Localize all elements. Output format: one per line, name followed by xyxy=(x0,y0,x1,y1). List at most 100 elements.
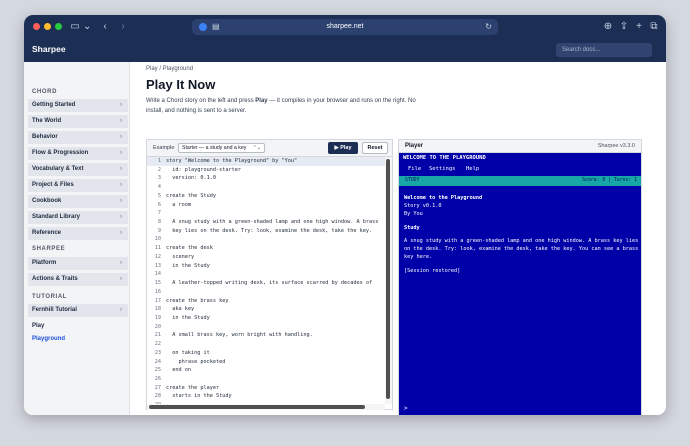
breadcrumb: Play / Playground xyxy=(146,66,194,72)
code-line: 1 story "Welcome to the Playground" by "Y… xyxy=(147,157,385,166)
example-select[interactable]: Starter — a study and a key ⌃⌄ xyxy=(178,143,265,153)
main-content: Play / Playground Play It Now Write a Ch… xyxy=(130,62,666,415)
horizontal-scrollbar[interactable] xyxy=(147,404,385,410)
reset-button[interactable]: Reset xyxy=(362,142,388,154)
back-icon[interactable]: ‹ xyxy=(100,20,110,34)
code-line-text: key lies on the desk. Try: look, examine… xyxy=(166,227,373,234)
status-location: STUDY xyxy=(405,178,420,183)
page-icon: ▤ xyxy=(212,22,220,31)
sidebar-section-tutorial: TUTORIAL xyxy=(32,294,68,300)
line-number: 6 xyxy=(157,201,161,208)
chevron-right-icon: › xyxy=(120,307,122,313)
chevron-right-icon: › xyxy=(120,166,122,172)
menu-file[interactable]: File xyxy=(408,166,421,172)
reload-icon[interactable]: ↻ xyxy=(485,19,492,35)
code-line: 2 id: playground-starter xyxy=(147,166,385,175)
line-number: 7 xyxy=(157,210,161,217)
code-line-text: aka key xyxy=(166,306,195,313)
chevron-right-icon: › xyxy=(120,182,122,188)
line-number: 12 xyxy=(154,253,161,260)
vertical-scrollbar[interactable] xyxy=(385,157,392,404)
sidebar-item-reference[interactable]: Reference › xyxy=(28,227,128,240)
command-prompt[interactable]: > xyxy=(404,405,408,412)
scrollbar-thumb[interactable] xyxy=(149,405,365,409)
code-line-text: a room xyxy=(166,201,191,208)
sidebar-item-flow-progression[interactable]: Flow & Progression › xyxy=(28,147,128,160)
menu-settings[interactable]: Settings xyxy=(429,166,456,172)
code-line: 7 xyxy=(147,209,385,218)
line-number: 28 xyxy=(154,393,161,400)
sidebar-item-playground[interactable]: Playground xyxy=(28,333,128,346)
code-line-text: starts in the Study xyxy=(166,393,232,400)
line-number: 1 xyxy=(157,158,161,164)
code-line: 4 xyxy=(147,183,385,192)
chevron-right-icon: › xyxy=(120,276,122,282)
code-line: 19 in the Study xyxy=(147,314,385,323)
game-screen[interactable]: WELCOME TO THE PLAYGROUND File Settings … xyxy=(399,153,641,415)
sidebar-item-label: Getting Started xyxy=(32,102,76,108)
code-line-text: create the player xyxy=(166,384,220,391)
sidebar-item-play[interactable]: Play xyxy=(28,320,128,333)
description-emphasis: Play xyxy=(255,98,268,104)
code-line-text: phrase pocketed xyxy=(166,358,226,365)
sidebar-item-getting-started[interactable]: Getting Started › xyxy=(28,99,128,112)
status-score: Score: 0 | Turns: 1 xyxy=(582,178,637,183)
sidebar-item-project-files[interactable]: Project & Files › xyxy=(28,179,128,192)
code-area[interactable]: 1 story "Welcome to the Playground" by "Y… xyxy=(147,157,385,404)
chevron-right-icon: › xyxy=(120,118,122,124)
sidebar-item-label: Flow & Progression xyxy=(32,150,89,156)
code-line: 27 create the player xyxy=(147,384,385,393)
download-icon[interactable]: ⊕ xyxy=(602,20,614,34)
player-version: Sharpee v3.3.0 xyxy=(597,143,635,149)
code-line-text: create the Study xyxy=(166,192,216,199)
tab-overview-icon[interactable]: ⧉ xyxy=(648,20,660,34)
address-bar[interactable]: ▤ sharpee.net ↻ xyxy=(192,19,498,35)
code-line-text: in the Study xyxy=(166,262,210,269)
page-title: Play It Now xyxy=(146,77,216,92)
code-line: 22 xyxy=(147,340,385,349)
code-line: 3 version: 0.1.0 xyxy=(147,174,385,183)
line-number: 20 xyxy=(154,323,161,330)
example-select-value: Starter — a study and a key xyxy=(182,145,247,151)
forward-icon[interactable]: › xyxy=(118,20,128,34)
sidebar-item-standard-library[interactable]: Standard Library › xyxy=(28,211,128,224)
room-name-text: Study xyxy=(404,225,420,231)
code-line: 17 create the brass key xyxy=(147,297,385,306)
scrollbar-thumb[interactable] xyxy=(386,159,390,399)
sidebar-item-cookbook[interactable]: Cookbook › xyxy=(28,195,128,208)
site-favicon-icon xyxy=(199,23,207,31)
code-editor-panel: Example Starter — a study and a key ⌃⌄ ▶ … xyxy=(146,139,393,410)
line-number: 23 xyxy=(154,349,161,356)
sidebar-item-label: Play xyxy=(32,323,45,329)
menu-help[interactable]: Help xyxy=(466,166,479,172)
line-number: 25 xyxy=(154,367,161,374)
description-text: Write a Chord story on the left and pres… xyxy=(146,98,256,104)
play-button[interactable]: ▶ Play xyxy=(328,142,358,154)
page-description: Write a Chord story on the left and pres… xyxy=(146,96,416,116)
code-line: 9 key lies on the desk. Try: look, exami… xyxy=(147,227,385,236)
sidebar-item-platform[interactable]: Platform › xyxy=(28,257,128,270)
site-brand[interactable]: Sharpee xyxy=(32,44,66,54)
chevron-down-icon: ⌃⌄ xyxy=(252,145,261,151)
sidebar-item-vocabulary-text[interactable]: Vocabulary & Text › xyxy=(28,163,128,176)
story-author-text: By You xyxy=(404,211,423,217)
close-window-button[interactable] xyxy=(33,23,40,30)
sidebar-item-the-world[interactable]: The World › xyxy=(28,115,128,128)
player-panel: Player Sharpee v3.3.0 WELCOME TO THE PLA… xyxy=(398,139,642,415)
new-tab-icon[interactable]: + xyxy=(634,20,644,34)
zoom-window-button[interactable] xyxy=(55,23,62,30)
share-icon[interactable]: ⇪ xyxy=(618,20,630,34)
line-number: 3 xyxy=(157,175,161,182)
chevron-down-icon[interactable]: ⌄ xyxy=(83,20,91,34)
chevron-right-icon: › xyxy=(120,134,122,140)
session-restored-text: [Session restored] xyxy=(404,268,461,274)
line-number: 16 xyxy=(154,288,161,295)
minimize-window-button[interactable] xyxy=(44,23,51,30)
sidebar-item-behavior[interactable]: Behavior › xyxy=(28,131,128,144)
sidebar-toggle-icon[interactable]: ▭ xyxy=(68,20,82,34)
sidebar-item-fernhill-tutorial[interactable]: Fernhill Tutorial › xyxy=(28,304,128,317)
code-line-text: create the brass key xyxy=(166,297,229,304)
sidebar-item-actions-traits[interactable]: Actions & Traits › xyxy=(28,273,128,286)
player-header: Player Sharpee v3.3.0 xyxy=(399,140,641,153)
search-input[interactable]: Search docs... xyxy=(556,43,652,57)
